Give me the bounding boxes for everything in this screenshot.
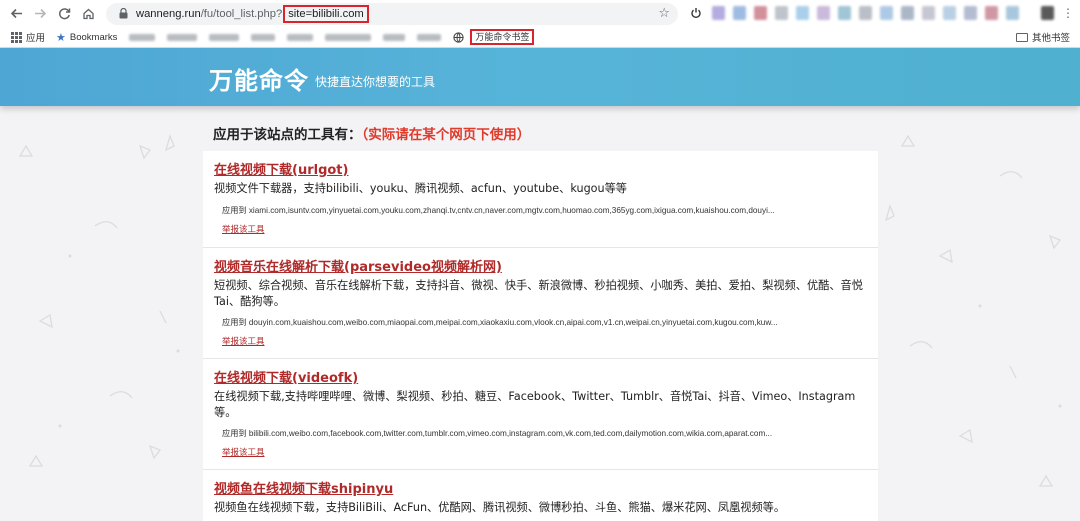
extension-icon[interactable] <box>859 6 872 20</box>
extensions-area: ⋮ <box>688 5 1074 21</box>
tool-card: 在线视频下载(videofk) 在线视频下载,支持哔哩哔哩、微博、梨视频、秒拍、… <box>203 359 878 470</box>
extension-icon[interactable] <box>712 6 725 20</box>
url-path: /fu/tool_list.php? <box>200 7 283 20</box>
extension-icon[interactable] <box>901 6 914 20</box>
bookmark-blurred[interactable] <box>287 33 314 41</box>
bookmark-blurred[interactable] <box>325 33 372 41</box>
extension-icon[interactable] <box>985 6 998 20</box>
extension-icon[interactable] <box>943 6 956 20</box>
extension-icon[interactable] <box>733 6 746 20</box>
browser-toolbar: wanneng.run/fu/tool_list.php? site=bilibi… <box>0 0 1080 27</box>
tool-description: 视频鱼在线视频下载，支持BiliBili、AcFun、优酷网、腾讯视频、微博秒拍… <box>214 501 786 514</box>
bookmark-wanneng[interactable]: 万能命令书签 <box>453 29 535 45</box>
tool-applies-to: 应用到 douyin.com,kuaishou.com,weibo.com,mi… <box>222 318 778 327</box>
bookmark-blurred[interactable] <box>129 33 156 41</box>
bookmark-blurred[interactable] <box>167 33 198 41</box>
extension-icon[interactable] <box>775 6 788 20</box>
report-tool-link[interactable]: 举报该工具 <box>222 446 265 458</box>
extension-icon[interactable] <box>817 6 830 20</box>
power-icon[interactable] <box>688 5 704 21</box>
profile-avatar[interactable] <box>1041 6 1054 20</box>
lock-icon[interactable] <box>114 8 132 19</box>
other-bookmarks-label: 其他书签 <box>1031 33 1070 44</box>
extension-icon[interactable] <box>1006 6 1019 20</box>
extension-icon[interactable] <box>796 6 809 20</box>
report-tool-link[interactable]: 举报该工具 <box>222 223 265 235</box>
url-text: wanneng.run/fu/tool_list.php? site=bilibi… <box>136 4 369 23</box>
globe-icon <box>453 31 465 43</box>
tool-title-link[interactable]: 在线视频下载(urlgot) <box>214 162 868 180</box>
bookmark-star-icon[interactable]: ☆ <box>658 6 670 21</box>
tool-description: 视频文件下载器，支持bilibili、youku、腾讯视频、acfun、yout… <box>214 182 627 195</box>
extension-icon[interactable] <box>964 6 977 20</box>
site-title[interactable]: 万能命令 <box>209 61 309 96</box>
extension-icon[interactable] <box>754 6 767 20</box>
reload-icon[interactable] <box>52 2 76 26</box>
page-header: 万能命令 快捷直达你想要的工具 <box>0 48 1080 106</box>
apps-grid-icon <box>11 31 22 43</box>
bookmark-apps[interactable]: 应用 <box>11 30 45 44</box>
extension-icon[interactable] <box>838 6 851 20</box>
url-host: wanneng.run <box>136 7 201 20</box>
heading-note: （实际请在某个网页下使用） <box>361 127 531 143</box>
bookmark-apps-label: 应用 <box>26 33 46 44</box>
tool-title-link[interactable]: 视频音乐在线解析下载(parsevideo视频解析网) <box>214 259 868 277</box>
site-subtitle: 快捷直达你想要的工具 <box>315 75 436 89</box>
report-tool-link[interactable]: 举报该工具 <box>222 335 265 347</box>
home-icon[interactable] <box>76 2 100 26</box>
bookmark-wanneng-label: 万能命令书签 <box>470 29 535 45</box>
bookmark-blurred[interactable] <box>209 33 240 41</box>
extension-icon[interactable] <box>880 6 893 20</box>
bookmark-blurred[interactable] <box>383 33 406 41</box>
tool-description: 在线视频下载,支持哔哩哔哩、微博、梨视频、秒拍、糖豆、Facebook、Twit… <box>214 390 856 419</box>
folder-icon <box>1015 32 1028 42</box>
tool-title-link[interactable]: 在线视频下载(videofk) <box>214 370 868 388</box>
tool-card: 视频鱼在线视频下载shipinyu 视频鱼在线视频下载，支持BiliBili、A… <box>203 470 878 521</box>
tool-description: 短视频、综合视频、音乐在线解析下载，支持抖音、微视、快手、新浪微博、秒拍视频、小… <box>214 279 863 308</box>
bookmark-bookmarks[interactable]: ★ Bookmarks <box>56 31 117 44</box>
address-bar[interactable]: wanneng.run/fu/tool_list.php? site=bilibi… <box>106 2 678 25</box>
tool-applies-to: 应用到 xiami.com,isuntv.com,yinyuetai.com,y… <box>222 205 775 215</box>
section-heading: 应用于该站点的工具有：（实际请在某个网页下使用） <box>213 123 530 143</box>
tool-applies-to: 应用到 bilibili.com,weibo.com,facebook.com,… <box>222 429 773 438</box>
tool-card: 视频音乐在线解析下载(parsevideo视频解析网) 短视频、综合视频、音乐在… <box>203 248 878 359</box>
menu-icon[interactable]: ⋮ <box>1062 6 1074 20</box>
bookmarks-bar: 应用 ★ Bookmarks 万能命令书签 其他书签 <box>0 27 1080 48</box>
extension-icon[interactable] <box>922 6 935 20</box>
forward-arrow-icon[interactable] <box>28 2 52 26</box>
star-icon: ★ <box>56 31 66 44</box>
back-arrow-icon[interactable] <box>4 2 28 26</box>
tool-title-link[interactable]: 视频鱼在线视频下载shipinyu <box>214 481 868 499</box>
bookmark-blurred[interactable] <box>417 33 442 41</box>
bookmark-blurred[interactable] <box>251 33 276 41</box>
url-query-highlight: site=bilibili.com <box>283 4 369 23</box>
tool-card: 在线视频下载(urlgot) 视频文件下载器，支持bilibili、youku、… <box>203 151 878 248</box>
other-bookmarks[interactable]: 其他书签 <box>1015 30 1070 44</box>
heading-text: 应用于该站点的工具有： <box>213 127 362 143</box>
bookmark-bookmarks-label: Bookmarks <box>69 31 118 43</box>
